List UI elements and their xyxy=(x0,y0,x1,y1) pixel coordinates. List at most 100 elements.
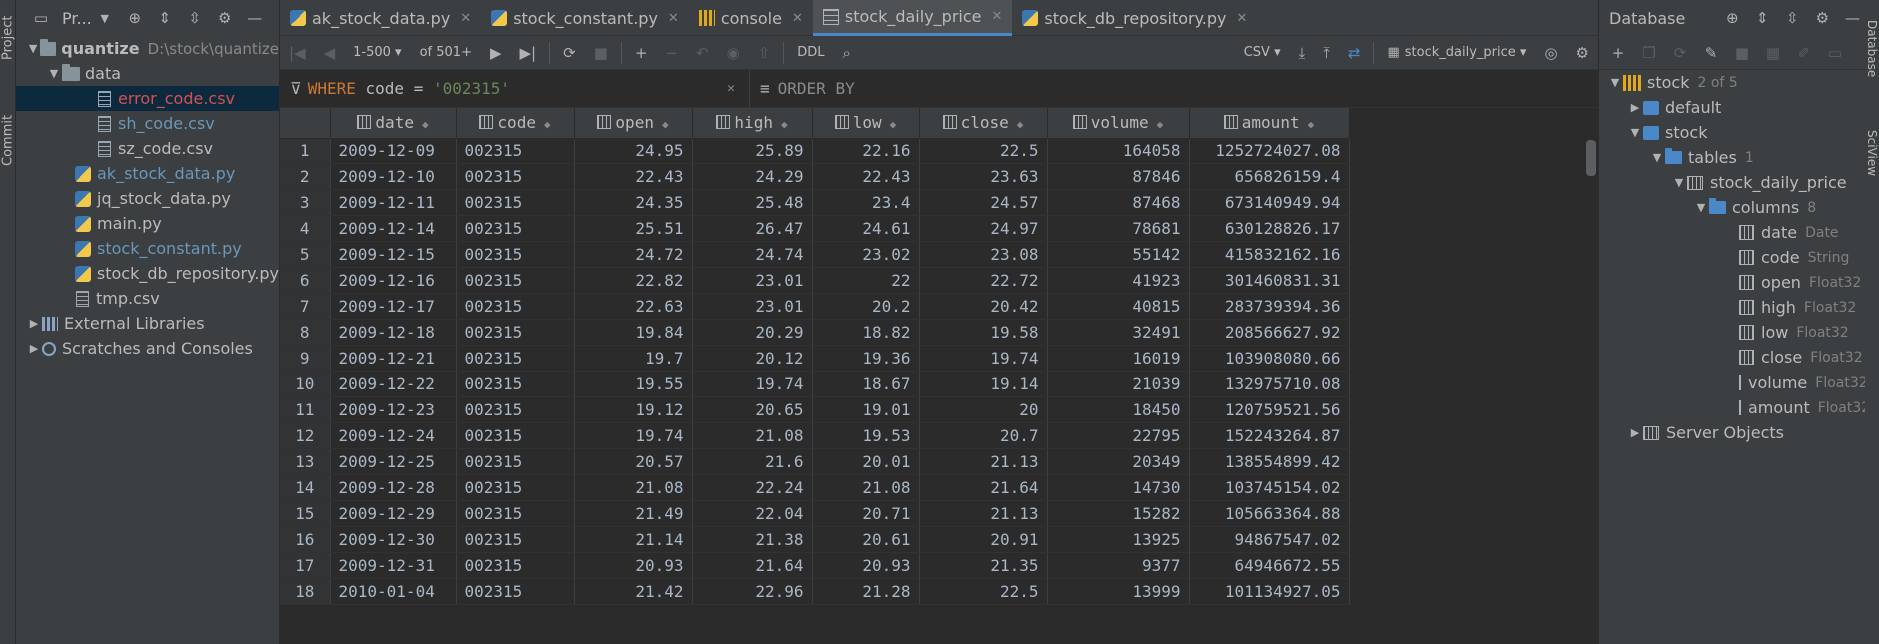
tree-file[interactable]: sh_code.csv xyxy=(16,111,279,136)
table-cell[interactable]: 18.82 xyxy=(812,319,920,346)
chevron-right-icon[interactable]: ▶ xyxy=(26,342,42,355)
table-cell[interactable]: 19.12 xyxy=(574,396,693,424)
table-cell[interactable]: 2009-12-17 xyxy=(330,293,457,320)
table-cell[interactable]: 19.01 xyxy=(812,396,920,424)
sort-icon[interactable]: ◆ xyxy=(1308,118,1315,131)
table-row[interactable]: 2 2009-12-10 002315 22.43 24.29 22.43 23.63 878… xyxy=(280,163,1350,191)
chevron-down-icon[interactable]: ▼ xyxy=(1627,126,1643,139)
table-row[interactable]: 17 2009-12-31 002315 20.93 21.64 20.93 21.35 93… xyxy=(280,552,1350,579)
table-cell[interactable]: 138554899.42 xyxy=(1189,448,1350,476)
column-header[interactable]: close ◆ xyxy=(919,108,1048,139)
table-cell[interactable]: 2009-12-28 xyxy=(330,474,457,501)
table-cell[interactable]: 20.93 xyxy=(812,552,920,579)
stop-icon[interactable]: ■ xyxy=(585,36,617,70)
table-cell[interactable]: 21.14 xyxy=(574,526,693,553)
table-cell[interactable]: 20.65 xyxy=(692,396,813,424)
chevron-down-icon[interactable]: ▼ xyxy=(1649,151,1665,164)
chevron-down-icon[interactable]: ▼ xyxy=(1693,201,1709,214)
column-header[interactable]: code ◆ xyxy=(456,108,575,139)
table-cell[interactable]: 283739394.36 xyxy=(1189,293,1350,320)
table-cell[interactable]: 002315 xyxy=(456,189,575,217)
table-cell[interactable]: 22.96 xyxy=(692,578,813,605)
table-cell[interactable]: 21.08 xyxy=(574,474,693,501)
schema-node[interactable]: ▶ default xyxy=(1599,95,1865,120)
column-header[interactable]: date ◆ xyxy=(330,108,457,139)
table-cell[interactable]: 78681 xyxy=(1047,215,1190,243)
table-row[interactable]: 14 2009-12-28 002315 21.08 22.24 21.08 21.64 14… xyxy=(280,474,1350,501)
table-cell[interactable]: 673140949.94 xyxy=(1189,189,1350,217)
table-cell[interactable]: 19.84 xyxy=(574,319,693,346)
tab-console[interactable]: console ✕ xyxy=(689,0,813,36)
table-cell[interactable]: 21.49 xyxy=(574,500,693,527)
table-cell[interactable]: 21.42 xyxy=(574,578,693,605)
table-cell[interactable]: 656826159.4 xyxy=(1189,163,1350,191)
table-select[interactable]: ▦ stock_daily_price ▾ xyxy=(1378,36,1535,70)
column-header[interactable]: volume ◆ xyxy=(1047,108,1190,139)
table-cell[interactable]: 13925 xyxy=(1047,526,1190,553)
tree-file[interactable]: jq_stock_data.py xyxy=(16,186,279,211)
table-cell[interactable]: 002315 xyxy=(456,319,575,346)
close-icon[interactable]: ✕ xyxy=(1237,11,1248,26)
table-cell[interactable]: 19.7 xyxy=(574,345,693,372)
previous-page-icon[interactable]: ◀ xyxy=(315,36,345,70)
table-cell[interactable]: 20.42 xyxy=(919,293,1048,320)
table-cell[interactable]: 24.97 xyxy=(919,215,1048,243)
table-cell[interactable]: 21.6 xyxy=(692,448,813,476)
table-cell[interactable]: 87846 xyxy=(1047,163,1190,191)
ddl-button[interactable]: DDL xyxy=(788,36,833,70)
compare-icon[interactable]: ⇄ xyxy=(1339,36,1370,70)
table-row[interactable]: 9 2009-12-21 002315 19.7 20.12 19.36 19.74 1601… xyxy=(280,345,1350,372)
table-cell[interactable]: 26.47 xyxy=(692,215,813,243)
table-cell[interactable]: 002315 xyxy=(456,371,575,398)
table-cell[interactable]: 19.53 xyxy=(812,422,920,450)
table-cell[interactable]: 22.63 xyxy=(574,293,693,320)
table-cell[interactable]: 21.28 xyxy=(812,578,920,605)
tree-external-libraries[interactable]: ▶ External Libraries xyxy=(16,311,279,336)
table-cell[interactable]: 18450 xyxy=(1047,396,1190,424)
table-cell[interactable]: 002315 xyxy=(456,241,575,268)
tree-file[interactable]: stock_constant.py xyxy=(16,236,279,261)
table-cell[interactable]: 9377 xyxy=(1047,552,1190,579)
table-cell[interactable]: 2009-12-14 xyxy=(330,215,457,243)
table-cell[interactable]: 2009-12-29 xyxy=(330,500,457,527)
table-cell[interactable]: 21.64 xyxy=(919,474,1048,501)
table-cell[interactable]: 002315 xyxy=(456,422,575,450)
vertical-scrollbar[interactable] xyxy=(1586,140,1596,176)
first-page-icon[interactable]: |◀ xyxy=(280,36,315,70)
chevron-down-icon[interactable]: ▼ xyxy=(1671,176,1687,189)
column-node[interactable]: close Float32 xyxy=(1599,345,1865,370)
table-cell[interactable]: 19.58 xyxy=(919,319,1048,346)
table-cell[interactable]: 23.01 xyxy=(692,267,813,294)
next-page-icon[interactable]: ▶ xyxy=(481,36,511,70)
project-tool-tab[interactable]: Project xyxy=(0,4,16,60)
table-row[interactable]: 16 2009-12-30 002315 21.14 21.38 20.61 20.91 13… xyxy=(280,526,1350,553)
tables-node[interactable]: ▼ tables 1 xyxy=(1599,145,1865,170)
table-cell[interactable]: 002315 xyxy=(456,448,575,476)
table-row[interactable]: 11 2009-12-23 002315 19.12 20.65 19.01 20 18450… xyxy=(280,396,1350,424)
table-cell[interactable]: 002315 xyxy=(456,138,575,165)
table-cell[interactable]: 21.13 xyxy=(919,448,1048,476)
table-cell[interactable]: 002315 xyxy=(456,578,575,605)
tree-file[interactable]: ak_stock_data.py xyxy=(16,161,279,186)
table-cell[interactable]: 2009-12-23 xyxy=(330,396,457,424)
table-cell[interactable]: 20.91 xyxy=(919,526,1048,553)
table-cell[interactable]: 22795 xyxy=(1047,422,1190,450)
tree-file[interactable]: sz_code.csv xyxy=(16,136,279,161)
table-cell[interactable]: 002315 xyxy=(456,500,575,527)
chevron-right-icon[interactable]: ▶ xyxy=(26,317,42,330)
caret-down-icon[interactable]: ▼ xyxy=(96,9,114,27)
column-header[interactable]: open ◆ xyxy=(574,108,693,139)
console-jump-icon[interactable]: ▭ xyxy=(1826,44,1844,62)
table-row[interactable]: 13 2009-12-25 002315 20.57 21.6 20.01 21.13 203… xyxy=(280,448,1350,476)
table-cell[interactable]: 19.74 xyxy=(919,345,1048,372)
close-icon[interactable]: ✕ xyxy=(991,9,1002,24)
download-icon[interactable]: ⤓ xyxy=(1290,36,1315,70)
chevron-down-icon[interactable]: ▼ xyxy=(1607,76,1623,89)
column-node[interactable]: low Float32 xyxy=(1599,320,1865,345)
refresh-icon[interactable]: ⟳ xyxy=(1671,44,1689,62)
tab-stock-daily-price[interactable]: stock_daily_price ✕ xyxy=(812,0,1013,36)
table-cell[interactable]: 24.74 xyxy=(692,241,813,268)
stop-icon[interactable]: ■ xyxy=(1733,44,1751,62)
table-cell[interactable]: 2009-12-11 xyxy=(330,189,457,217)
page-range-select[interactable]: 1-500 ▾ xyxy=(344,36,410,70)
